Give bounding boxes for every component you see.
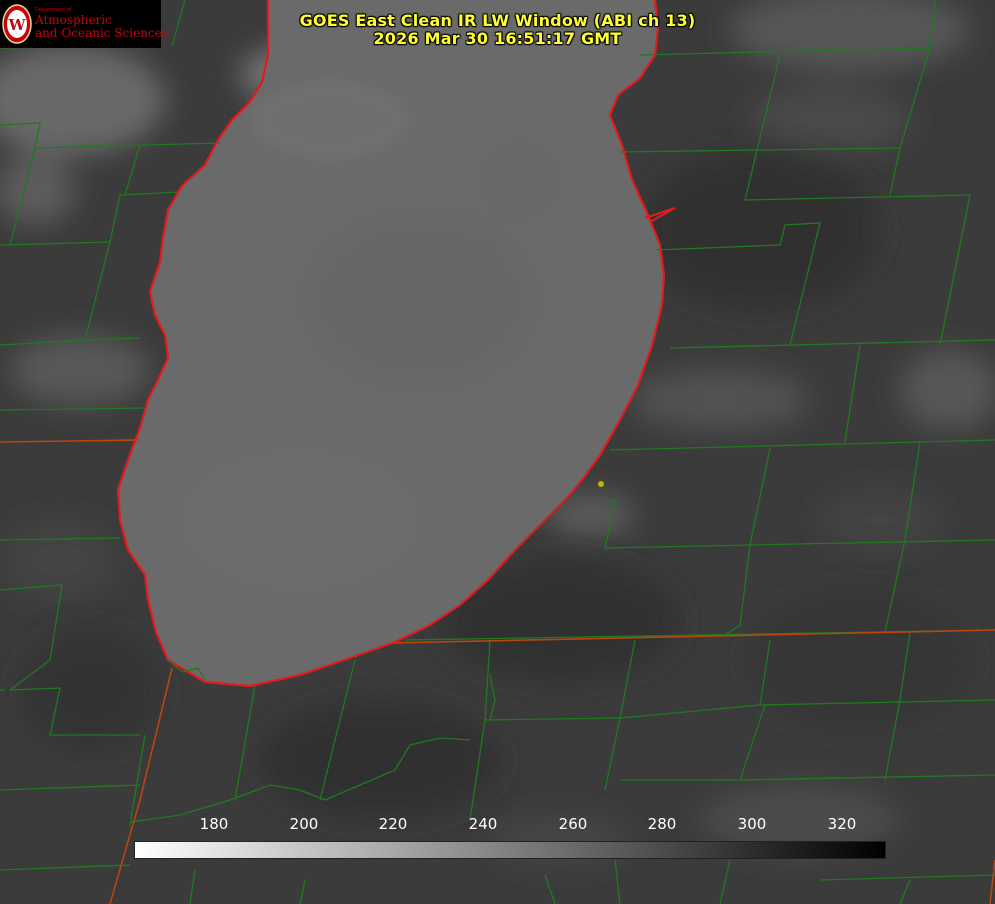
station-dot-icon — [598, 481, 604, 487]
colorbar-tick-label: 180 — [199, 815, 229, 833]
satellite-map: W Department of Atmospheric and Oceanic … — [0, 0, 995, 904]
colorbar-tick-label: 200 — [289, 815, 319, 833]
colorbar-tick-label: 220 — [378, 815, 408, 833]
colorbar-tick-label: 300 — [737, 815, 767, 833]
colorbar-tick-label: 320 — [827, 815, 857, 833]
colorbar-tick-label: 240 — [468, 815, 498, 833]
product-title: GOES East Clean IR LW Window (ABI ch 13) — [299, 11, 696, 30]
image-timestamp: 2026 Mar 30 16:51:17 GMT — [373, 29, 622, 48]
colorbar-tick-label: 280 — [647, 815, 677, 833]
satellite-image — [0, 0, 995, 904]
colorbar-tick-label: 260 — [558, 815, 588, 833]
colorbar-gradient — [134, 841, 886, 859]
